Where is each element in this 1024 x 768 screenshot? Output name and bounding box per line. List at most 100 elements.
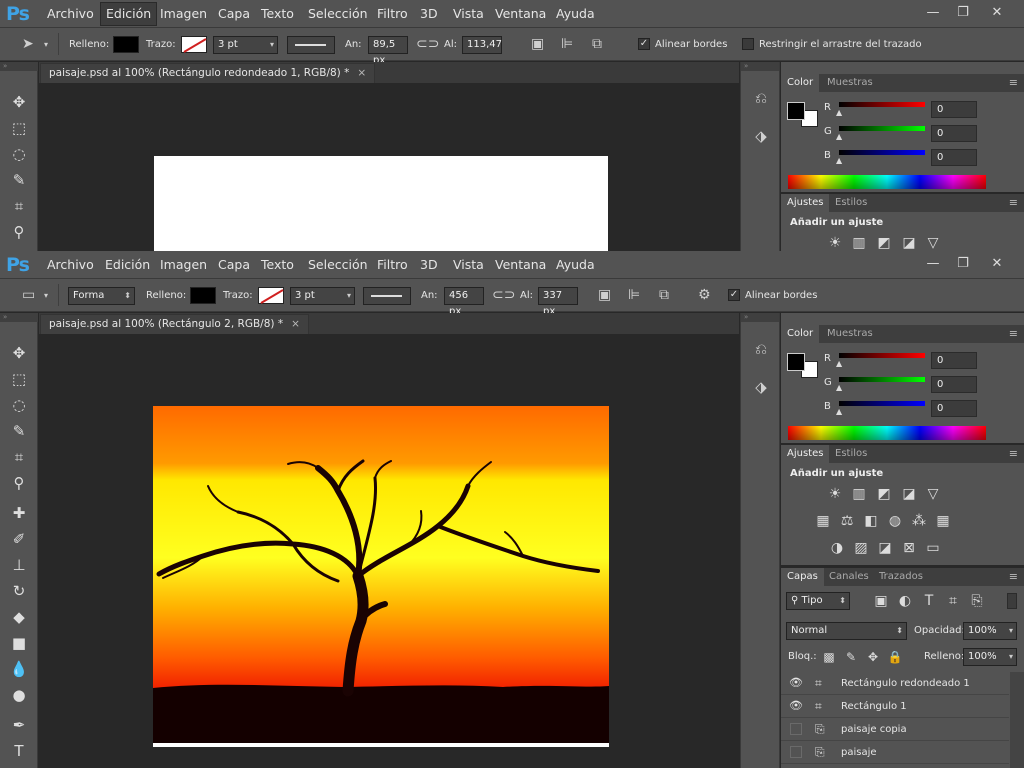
channel-r-slider[interactable] xyxy=(839,102,925,107)
black-white-icon[interactable]: ◧ xyxy=(861,512,881,530)
height-field[interactable]: 337 px xyxy=(538,287,578,317)
menu-vista[interactable]: Vista xyxy=(448,251,489,279)
panel-menu-icon[interactable]: ≡ xyxy=(1009,327,1018,340)
lock-position-icon[interactable]: ✥ xyxy=(863,648,883,666)
dodge-tool-icon[interactable]: ● xyxy=(4,683,34,707)
channel-b-value[interactable]: 0 xyxy=(931,149,977,166)
tab-swatches[interactable]: Muestras xyxy=(821,74,879,92)
foreground-color-swatch[interactable] xyxy=(787,353,805,371)
layer-row[interactable]: 👁 ⌗ Rectángulo redondeado 1 xyxy=(781,672,1009,695)
document-tab[interactable]: paisaje.psd al 100% (Rectángulo 2, RGB/8… xyxy=(40,314,309,334)
fill-swatch[interactable] xyxy=(113,36,139,53)
history-icon[interactable]: ⎌ xyxy=(750,339,772,359)
layer-row[interactable]: 👁 ⌗ Rectángulo 1 xyxy=(781,695,1009,718)
exposure-icon[interactable]: ◪ xyxy=(899,485,919,503)
crop-tool-icon[interactable]: ⌗ xyxy=(4,194,34,218)
curves-icon[interactable]: ◩ xyxy=(874,485,894,503)
stroke-size-field[interactable]: 3 pt ▾ xyxy=(290,287,355,305)
lasso-tool-icon[interactable]: ◌ xyxy=(4,142,34,166)
tab-styles[interactable]: Estilos xyxy=(829,445,873,463)
close-window-button[interactable]: ✕ xyxy=(982,3,1012,22)
tab-adjustments[interactable]: Ajustes xyxy=(781,194,830,212)
posterize-icon[interactable]: ▨ xyxy=(851,539,871,557)
color-balance-icon[interactable]: ⚖ xyxy=(837,512,857,530)
menu-vista[interactable]: Vista xyxy=(448,0,489,28)
filter-adjustment-icon[interactable]: ◐ xyxy=(895,592,915,610)
menu-edicion[interactable]: Edición xyxy=(100,251,155,279)
panel-menu-icon[interactable]: ≡ xyxy=(1009,447,1018,460)
invert-icon[interactable]: ◑ xyxy=(827,539,847,557)
marquee-tool-icon[interactable]: ⬚ xyxy=(4,367,34,391)
close-tab-icon[interactable]: × xyxy=(291,318,300,330)
gradient-map-icon[interactable]: ▭ xyxy=(923,539,943,557)
channel-r-value[interactable]: 0 xyxy=(931,101,977,118)
visibility-toggle[interactable] xyxy=(790,746,802,758)
brightness-contrast-icon[interactable]: ☀ xyxy=(825,234,845,251)
path-select-tool-icon[interactable]: ➤ xyxy=(22,36,34,52)
channel-mixer-icon[interactable]: ⁂ xyxy=(909,512,929,530)
color-spectrum-bar[interactable] xyxy=(788,175,986,189)
filter-pixel-icon[interactable]: ▣ xyxy=(871,592,891,610)
lock-pixels-icon[interactable]: ✎ xyxy=(841,648,861,666)
photo-filter-icon[interactable]: ◍ xyxy=(885,512,905,530)
channel-b-slider[interactable] xyxy=(839,401,925,406)
history-icon[interactable]: ⎌ xyxy=(750,88,772,108)
lock-all-icon[interactable]: 🔒 xyxy=(885,648,905,666)
selective-color-icon[interactable]: ⊠ xyxy=(899,539,919,557)
gear-icon[interactable]: ⚙ xyxy=(698,287,711,303)
restore-button[interactable]: ❐ xyxy=(948,254,978,273)
menu-3d[interactable]: 3D xyxy=(415,251,443,279)
gradient-tool-icon[interactable]: ■ xyxy=(4,631,34,655)
channel-b-slider[interactable] xyxy=(839,150,925,155)
move-tool-icon[interactable]: ✥ xyxy=(4,90,34,114)
align-edges-checkbox[interactable]: ✓ xyxy=(728,289,740,301)
3d-panel-icon[interactable]: ⬗ xyxy=(750,126,772,146)
slider-thumb-icon[interactable]: ▲ xyxy=(836,156,842,165)
vibrance-icon[interactable]: ▽ xyxy=(923,485,943,503)
brightness-contrast-icon[interactable]: ☀ xyxy=(825,485,845,503)
menu-archivo[interactable]: Archivo xyxy=(42,251,99,279)
hue-saturation-icon[interactable]: ▦ xyxy=(813,512,833,530)
align-edges-checkbox[interactable]: ✓ xyxy=(638,38,650,50)
stroke-style-dropdown[interactable] xyxy=(287,36,335,54)
filter-type-icon[interactable]: T xyxy=(919,592,939,610)
move-tool-icon[interactable]: ✥ xyxy=(4,341,34,365)
channel-r-slider[interactable] xyxy=(839,353,925,358)
path-alignment-icon[interactable]: ⊫ xyxy=(628,287,640,303)
blur-tool-icon[interactable]: 💧 xyxy=(4,657,34,681)
menu-imagen[interactable]: Imagen xyxy=(155,251,212,279)
path-operations-icon[interactable]: ▣ xyxy=(598,287,611,303)
tab-channels[interactable]: Canales xyxy=(823,568,875,586)
menu-filtro[interactable]: Filtro xyxy=(372,0,413,28)
menu-filtro[interactable]: Filtro xyxy=(372,251,413,279)
tab-swatches[interactable]: Muestras xyxy=(821,325,879,343)
stroke-swatch[interactable] xyxy=(181,36,207,53)
channel-g-slider[interactable] xyxy=(839,126,925,131)
chevron-down-icon[interactable]: ▾ xyxy=(44,288,48,304)
slider-thumb-icon[interactable]: ▲ xyxy=(836,383,842,392)
color-spectrum-bar[interactable] xyxy=(788,426,986,440)
menu-seleccion[interactable]: Selección xyxy=(303,251,373,279)
opacity-field[interactable]: 100% ▾ xyxy=(963,622,1017,640)
pen-tool-icon[interactable]: ✒ xyxy=(4,713,34,737)
menu-capa[interactable]: Capa xyxy=(213,251,255,279)
path-operations-icon[interactable]: ▣ xyxy=(531,36,544,52)
layer-kind-filter[interactable]: ⚲ Tipo ⬍ xyxy=(786,592,850,610)
layer-row[interactable]: ⎘ paisaje copia xyxy=(781,718,1009,741)
channel-g-value[interactable]: 0 xyxy=(931,125,977,142)
filter-shape-icon[interactable]: ⌗ xyxy=(943,592,963,610)
menu-texto[interactable]: Texto xyxy=(256,251,299,279)
tab-color[interactable]: Color xyxy=(781,325,820,343)
minimize-button[interactable]: — xyxy=(918,3,948,22)
3d-panel-icon[interactable]: ⬗ xyxy=(750,377,772,397)
filter-smart-object-icon[interactable]: ⎘ xyxy=(967,592,987,610)
close-window-button[interactable]: ✕ xyxy=(982,254,1012,273)
channel-g-value[interactable]: 0 xyxy=(931,376,977,393)
width-field[interactable]: 456 px xyxy=(444,287,484,317)
menu-edicion[interactable]: Edición xyxy=(100,2,158,26)
channel-b-value[interactable]: 0 xyxy=(931,400,977,417)
crop-tool-icon[interactable]: ⌗ xyxy=(4,445,34,469)
type-tool-icon[interactable]: T xyxy=(4,739,34,763)
brush-tool-icon[interactable]: ✐ xyxy=(4,527,34,551)
rectangle-tool-icon[interactable]: ▭ xyxy=(22,287,35,303)
